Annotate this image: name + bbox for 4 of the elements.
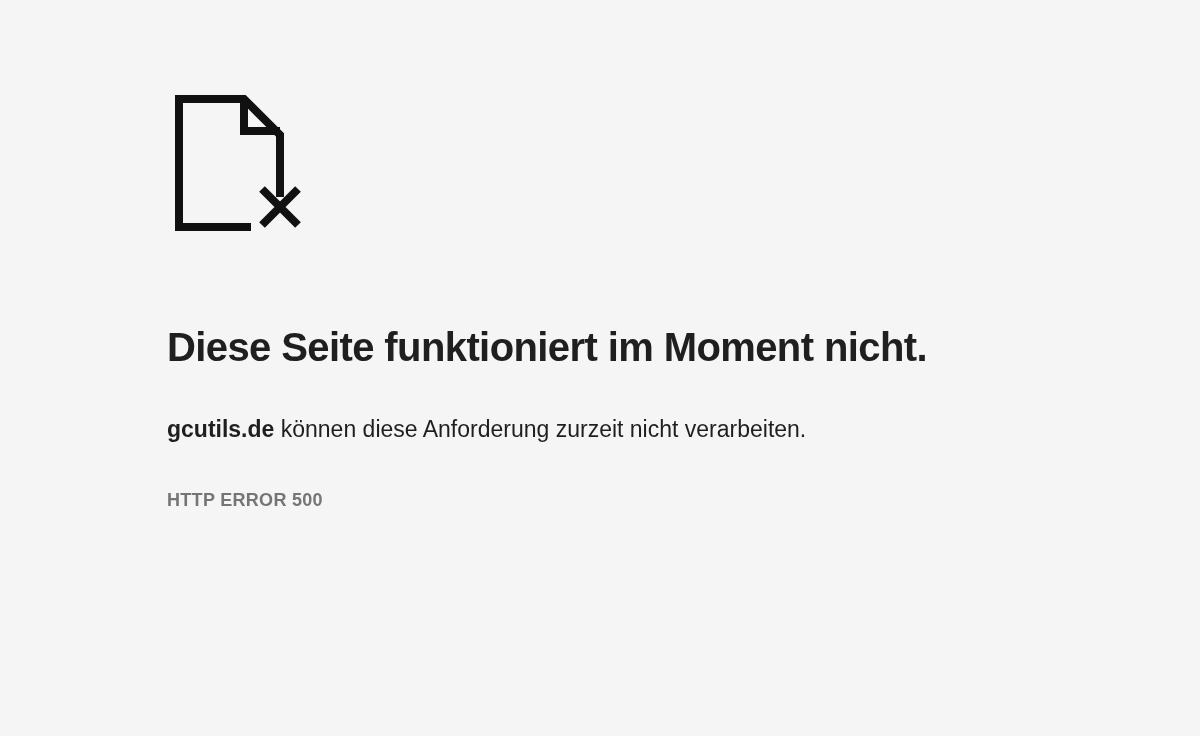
broken-file-icon	[175, 95, 301, 231]
error-heading: Diese Seite funktioniert im Moment nicht.	[167, 324, 928, 371]
error-message: gcutils.de können diese Anforderung zurzeit nicht verarbeiten.	[167, 415, 808, 444]
error-code: HTTP ERROR 500	[167, 489, 324, 511]
